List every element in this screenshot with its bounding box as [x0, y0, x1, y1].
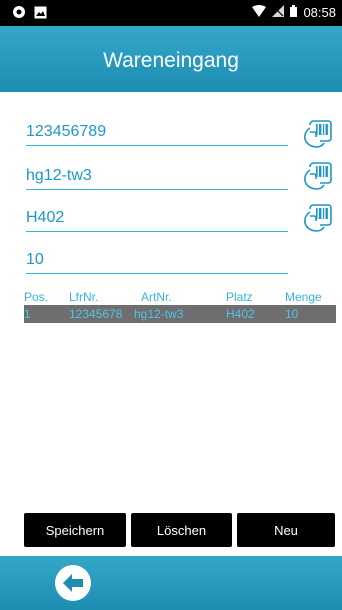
cell-menge: 10: [285, 307, 299, 321]
cell-artnr: hg12-tw3: [134, 307, 184, 321]
column-header-lfrnr: LfrNr.: [69, 290, 99, 304]
status-left-icons: [12, 5, 47, 22]
table-header: Pos. LfrNr. ArtNr. Platz Menge: [24, 288, 336, 304]
back-arrow-icon[interactable]: [54, 564, 92, 602]
artikel-input[interactable]: hg12-tw3: [26, 162, 288, 190]
platz-input[interactable]: H402: [26, 204, 288, 232]
new-button[interactable]: Neu: [237, 513, 335, 547]
menge-input[interactable]: 10: [26, 246, 288, 274]
image-notification-icon: [34, 6, 47, 22]
column-header-pos: Pos.: [24, 290, 49, 304]
delete-button[interactable]: Löschen: [131, 513, 232, 547]
page-title: Wareneingang: [103, 49, 239, 72]
lieferant-input[interactable]: 123456789: [26, 118, 288, 146]
signal-icon: [272, 5, 285, 20]
app-header: Wareneingang: [0, 26, 342, 92]
table-row[interactable]: 1 12345678 hg12-tw3 H402 10: [24, 305, 336, 323]
barcode-scan-icon[interactable]: [300, 158, 336, 194]
bottom-bar: [0, 556, 342, 610]
barcode-scan-icon[interactable]: [300, 200, 336, 236]
cell-platz: H402: [226, 307, 255, 321]
cell-pos: 1: [24, 307, 31, 321]
status-bar: 08:58: [0, 0, 342, 26]
battery-icon: [290, 5, 298, 20]
status-right-icons: 08:58: [252, 5, 336, 20]
column-header-artnr: ArtNr.: [141, 290, 172, 304]
barcode-scan-icon[interactable]: [300, 116, 336, 152]
app-notification-icon: [12, 5, 26, 22]
column-header-menge: Menge: [285, 290, 322, 304]
wifi-icon: [252, 5, 267, 20]
app-screen: 08:58 Wareneingang 123456789 hg12-tw3 H4…: [0, 0, 342, 610]
column-header-platz: Platz: [226, 290, 253, 304]
save-button[interactable]: Speichern: [24, 513, 126, 547]
cell-lfrnr: 12345678: [69, 307, 123, 321]
status-time: 08:58: [303, 5, 336, 20]
